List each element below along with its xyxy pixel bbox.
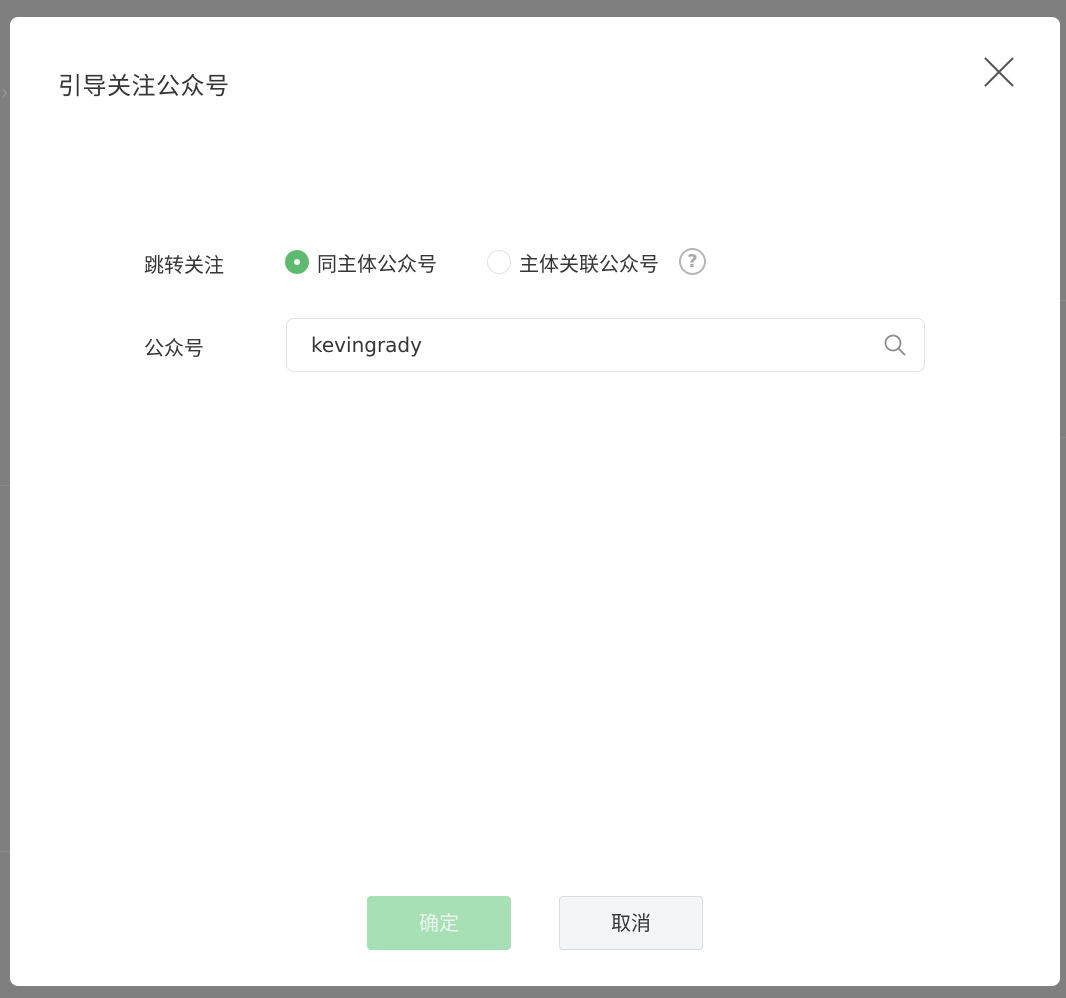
background-divider [1060,300,1066,301]
close-icon[interactable] [982,55,1016,89]
follow-account-dialog: 引导关注公众号 跳转关注 同主体公众号 主体关联公众号 ? 公众号 确定 取消 [10,17,1060,986]
radio-same-entity-account[interactable]: 同主体公众号 [285,248,437,276]
dialog-title: 引导关注公众号 [58,72,230,100]
cancel-button[interactable]: 取消 [559,896,703,950]
search-icon[interactable] [883,333,907,357]
background-divider [1060,437,1066,438]
confirm-button[interactable]: 确定 [367,896,511,950]
radio-same-entity-label: 同主体公众号 [317,251,437,276]
radio-unchecked-indicator [487,250,511,274]
radio-related-entity-label: 主体关联公众号 [519,251,659,276]
background-divider [0,851,10,852]
radio-checked-indicator [285,250,309,274]
background-chevron [0,88,8,98]
question-circle-icon[interactable]: ? [679,248,706,275]
account-label: 公众号 [144,336,204,360]
radio-related-entity-account[interactable]: 主体关联公众号 [487,248,659,276]
account-search-input[interactable] [311,319,871,371]
background-divider [0,485,10,486]
jump-follow-label: 跳转关注 [144,253,224,277]
account-search-box [286,318,925,372]
